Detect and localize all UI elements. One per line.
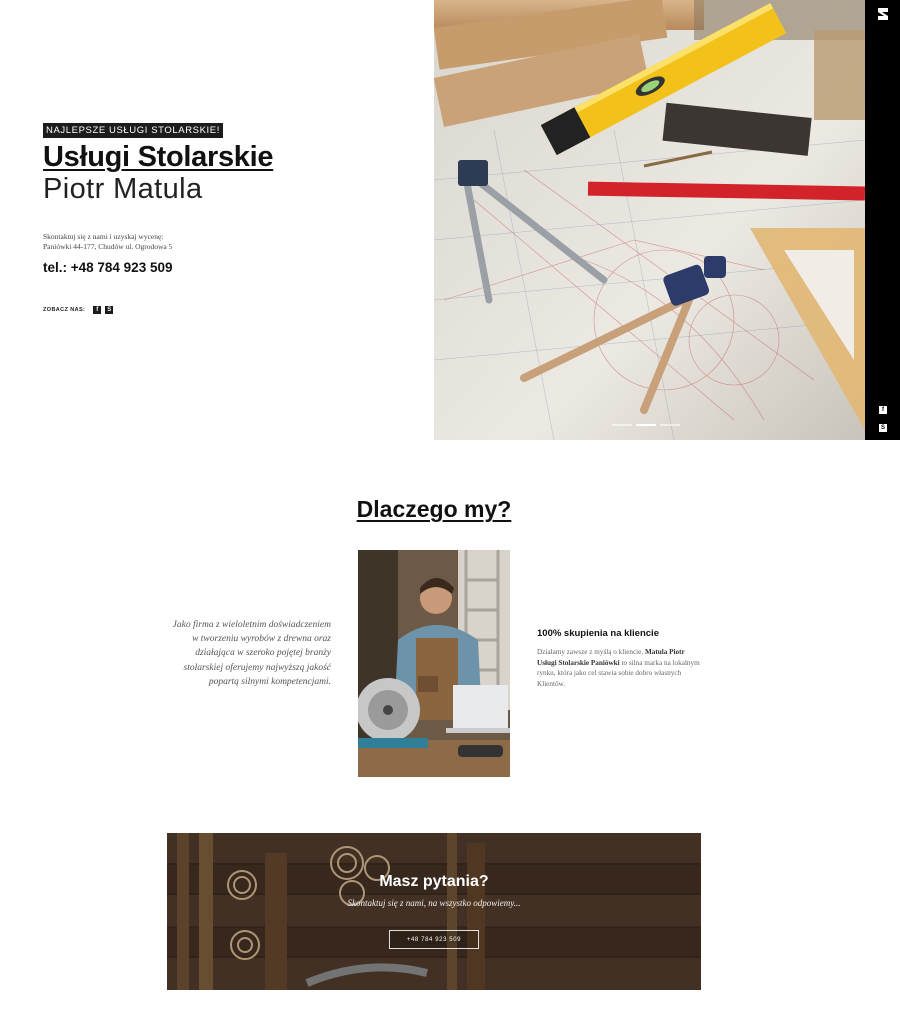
hero-section: NAJLEPSZE USŁUGI STOLARSKIE! Usługi Stol… [0, 0, 900, 440]
cta-text: Skontaktuj się z nami, na wszystko odpow… [347, 898, 521, 908]
cta-phone-button[interactable]: +48 784 923 509 [389, 930, 479, 949]
slider-dot[interactable] [612, 424, 632, 426]
focus-text: Działamy zawsze z myślą o kliencie. Matu… [537, 647, 702, 689]
hero-subtitle: Piotr Matula [43, 173, 203, 205]
facebook-icon[interactable]: f [879, 406, 887, 414]
section-heading-why-us: Dlaczego my? [356, 496, 512, 522]
hero-title: Usługi Stolarskie [43, 141, 274, 173]
carpenter-photo [358, 550, 510, 777]
hero-phone[interactable]: tel.: +48 784 923 509 [43, 260, 172, 275]
workbench-tools-illustration [434, 0, 865, 440]
social-links: ZOBACZ NAS: f S [43, 306, 114, 314]
contact-address: Paniówki 44-177, Chudów ul. Ogrodowa 5 [43, 242, 173, 251]
slider-pagination [612, 424, 680, 426]
slider-dot[interactable] [660, 424, 680, 426]
focus-title: 100% skupienia na kliencie [537, 628, 659, 639]
carpenter-illustration [358, 550, 510, 777]
facebook-icon[interactable]: f [93, 306, 102, 314]
slider-dot-active[interactable] [636, 424, 656, 426]
hero-tagline: NAJLEPSZE USŁUGI STOLARSKIE! [43, 123, 223, 138]
skype-icon[interactable]: S [879, 424, 887, 432]
hero-text-panel: NAJLEPSZE USŁUGI STOLARSKIE! Usługi Stol… [0, 0, 434, 440]
social-label: ZOBACZ NAS: [43, 307, 86, 313]
why-intro-text: Jako firma z wieloletnim doświadczeniem … [172, 620, 331, 687]
wood-tools-background [167, 833, 701, 990]
hero-slider-image [434, 0, 865, 440]
contact-intro: Skontaktuj się z nami i uzyskaj wycenę: [43, 232, 164, 241]
cta-title: Masz pytania? [379, 873, 489, 890]
side-bar: f S [865, 0, 900, 440]
contact-banner: Masz pytania? Skontaktuj się z nami, na … [167, 833, 701, 990]
focus-text-part: Działamy zawsze z myślą o kliencie. [537, 648, 645, 656]
skype-icon[interactable]: S [105, 306, 114, 314]
brand-logo[interactable] [876, 7, 890, 21]
